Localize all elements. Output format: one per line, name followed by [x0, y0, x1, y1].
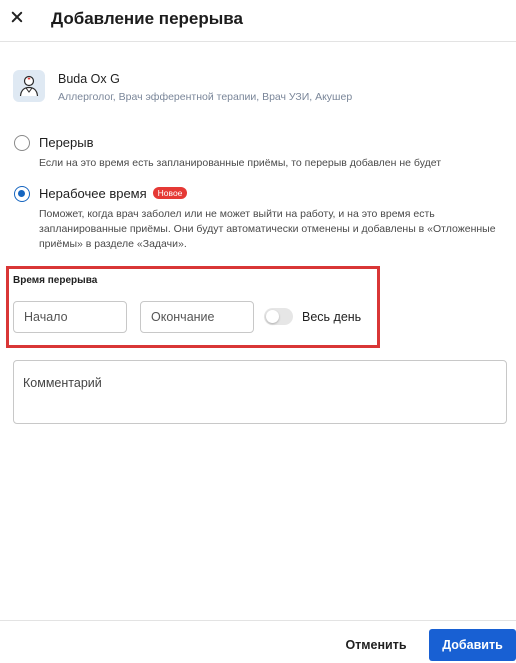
break-time-title: Время перерыва	[13, 275, 98, 286]
dialog-title: Добавление перерыва	[51, 9, 243, 28]
new-badge: Новое	[152, 187, 188, 199]
all-day-label[interactable]: Весь день	[302, 310, 361, 324]
break-radio[interactable]	[14, 135, 30, 151]
end-time-input[interactable]	[140, 301, 254, 333]
doctor-avatar-icon	[13, 70, 45, 102]
option-nonworking-label-wrap[interactable]: Нерабочее время Новое	[39, 186, 188, 201]
doctor-specialties: Аллерголог, Врач эфферентной терапии, Вр…	[58, 91, 353, 103]
option-break-description: Если на это время есть запланированные п…	[39, 157, 442, 169]
option-nonworking-label[interactable]: Нерабочее время	[39, 186, 147, 201]
add-button[interactable]: Добавить	[429, 629, 516, 661]
close-icon[interactable]	[8, 8, 26, 26]
cancel-button[interactable]: Отменить	[334, 629, 418, 661]
option-break-label[interactable]: Перерыв	[39, 135, 94, 150]
start-time-input[interactable]	[13, 301, 127, 333]
all-day-toggle[interactable]	[264, 308, 293, 325]
doctor-card: Buda Ox G Аллерголог, Врач эфферентной т…	[13, 70, 503, 106]
comment-input[interactable]	[13, 360, 507, 424]
doctor-name: Buda Ox G	[58, 72, 120, 86]
nonworking-radio[interactable]	[14, 186, 30, 202]
dialog-footer: Отменить Добавить	[0, 620, 516, 663]
option-nonworking-description: Поможет, когда врач заболел или не может…	[39, 208, 496, 250]
dialog-header: Добавление перерыва	[0, 0, 516, 42]
